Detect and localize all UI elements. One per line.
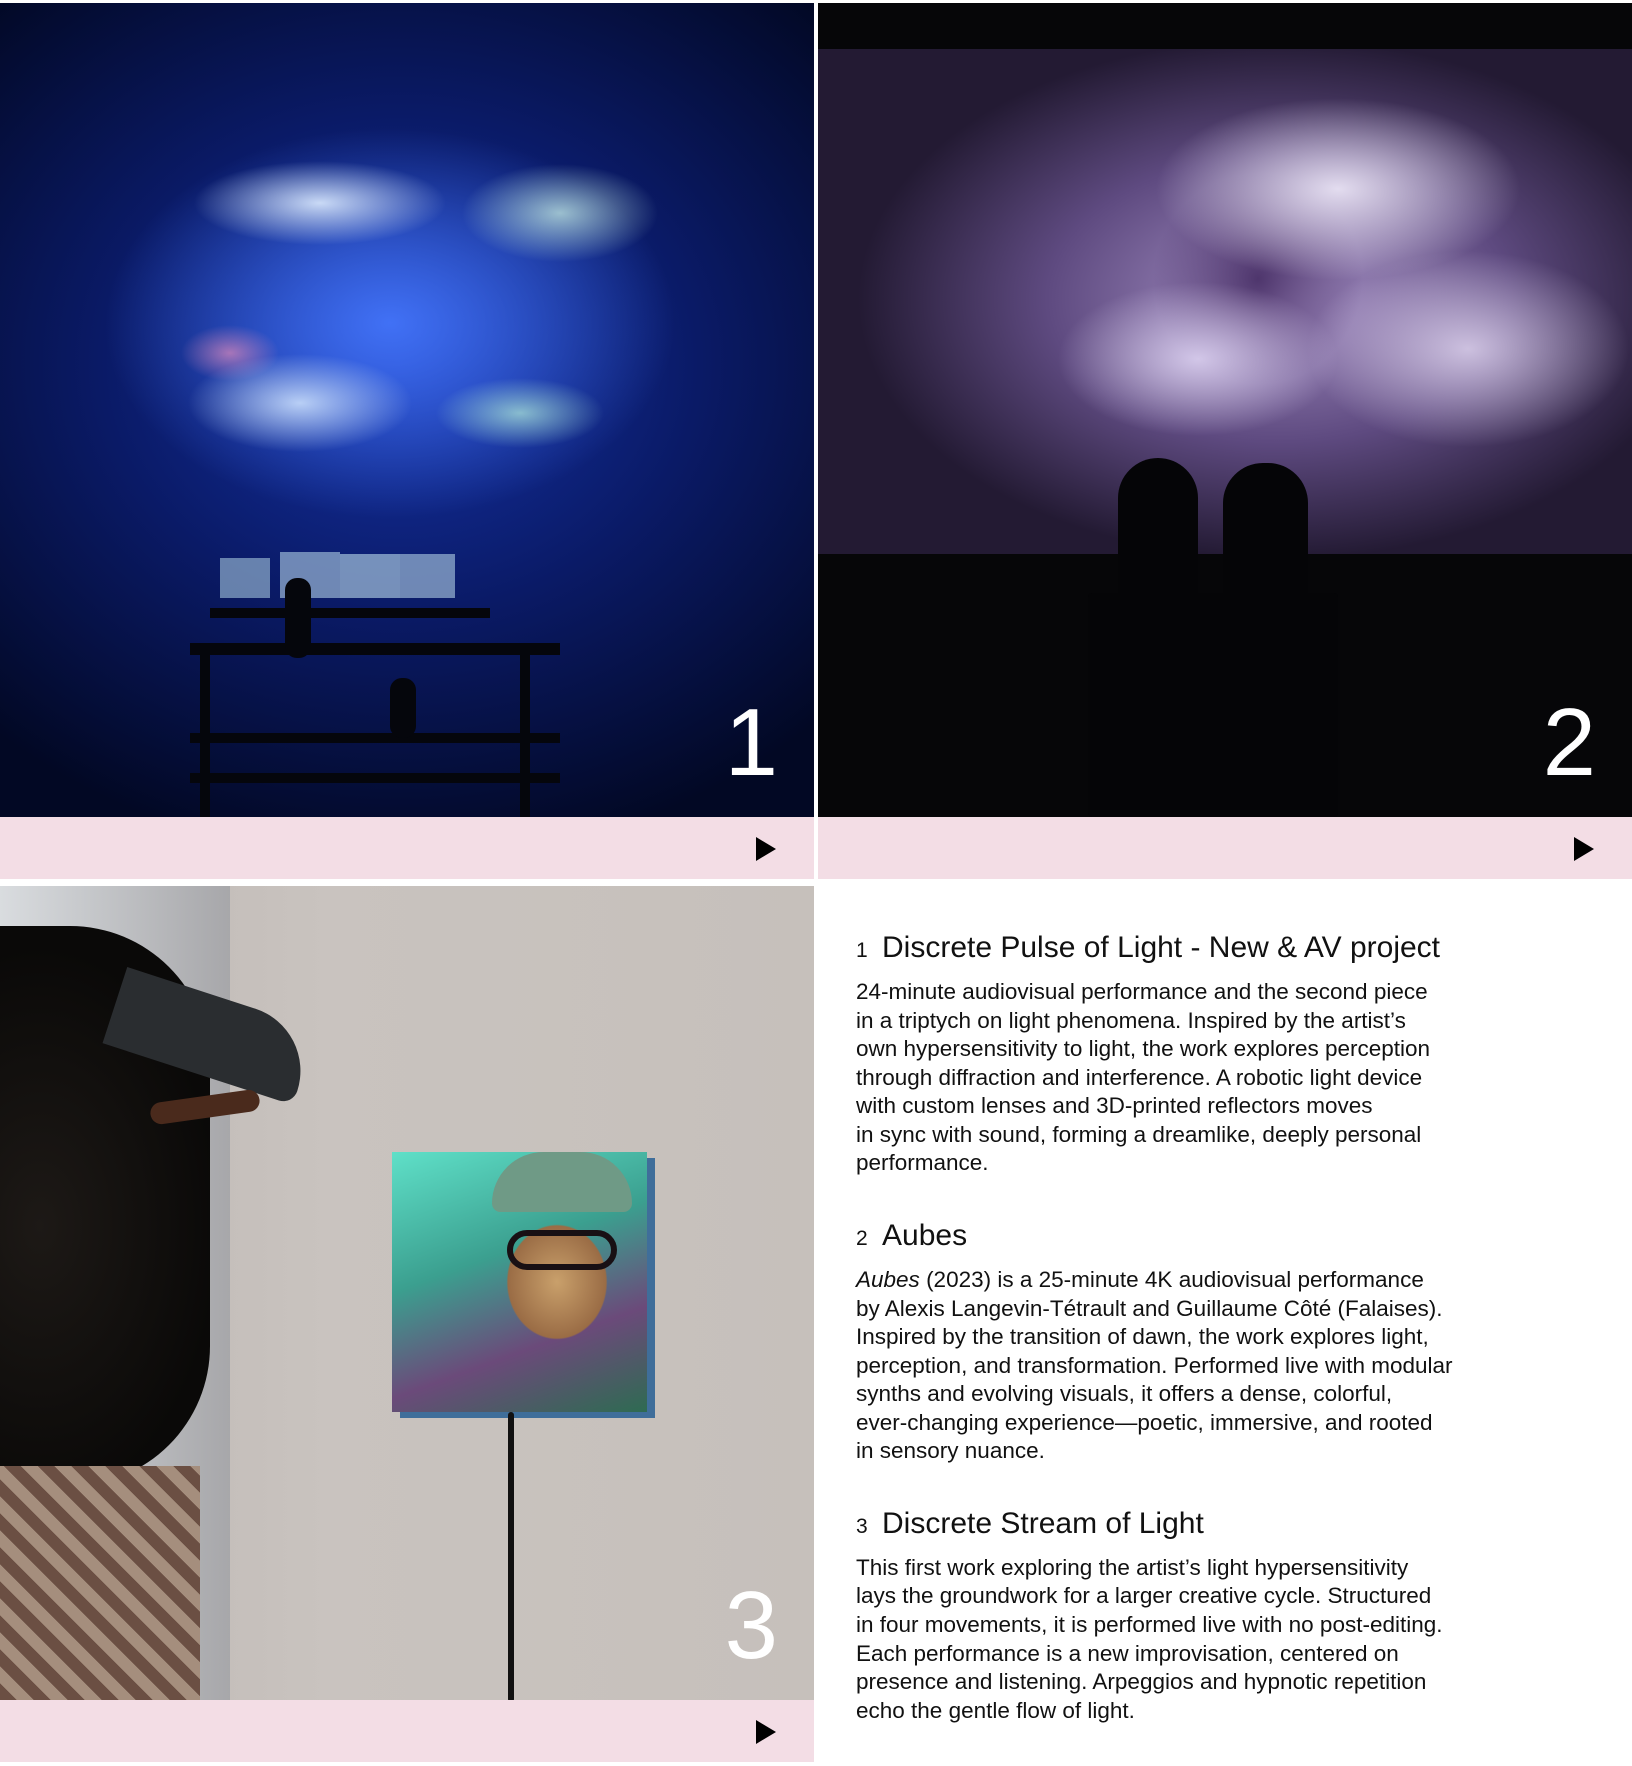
entry-body-rest: (2023) is a 25-minute 4K audiovisual per… — [856, 1266, 1453, 1464]
entry-title: Discrete Stream of Light — [882, 1506, 1204, 1540]
light-device-illustration — [190, 552, 560, 817]
play-icon[interactable] — [756, 837, 776, 861]
project-entry-2: 2 Aubes Aubes (2023) is a 25-minute 4K a… — [856, 1218, 1556, 1466]
player-bar-2 — [818, 817, 1632, 879]
cable — [508, 1412, 514, 1700]
media-image-2[interactable]: 2 — [818, 3, 1632, 817]
player-bar-1 — [0, 817, 814, 879]
project-entry-1: 1 Discrete Pulse of Light - New & AV pro… — [856, 930, 1556, 1178]
media-tile-2: 2 — [818, 3, 1632, 879]
entry-number: 3 — [856, 1514, 868, 1538]
performer-table — [1088, 593, 1338, 817]
entry-number: 2 — [856, 1226, 868, 1250]
media-image-1[interactable]: 1 — [0, 3, 814, 817]
player-bar-3 — [0, 1700, 814, 1762]
project-entry-3: 3 Discrete Stream of Light This first wo… — [856, 1506, 1556, 1725]
entry-number: 1 — [856, 939, 868, 962]
media-tile-3: 3 — [0, 886, 814, 1762]
media-number-1: 1 — [724, 689, 778, 796]
entry-body-italic: Aubes — [856, 1266, 920, 1292]
media-image-3[interactable]: 3 — [0, 886, 814, 1700]
media-number-3: 3 — [724, 1572, 778, 1679]
media-tile-1: 1 — [0, 3, 814, 879]
entry-title: Discrete Pulse of Light - New & AV proje… — [882, 931, 1441, 964]
play-icon[interactable] — [756, 1720, 776, 1744]
entry-body: 24-minute audiovisual performance and th… — [856, 979, 1431, 1176]
media-number-2: 2 — [1542, 689, 1596, 796]
project-descriptions: 1 Discrete Pulse of Light - New & AV pro… — [856, 930, 1556, 1765]
entry-body: Aubes (2023) is a 25-minute 4K audiovisu… — [856, 1266, 1556, 1466]
projection-screen — [818, 49, 1632, 554]
entry-body: This first work exploring the artist’s l… — [856, 1554, 1443, 1723]
led-portrait-frame — [392, 1152, 647, 1412]
portfolio-grid: 1 2 3 1 Discrete Pulse of Light - New & … — [0, 0, 1632, 1766]
play-icon[interactable] — [1574, 837, 1594, 861]
entry-title: Aubes — [882, 1218, 968, 1252]
